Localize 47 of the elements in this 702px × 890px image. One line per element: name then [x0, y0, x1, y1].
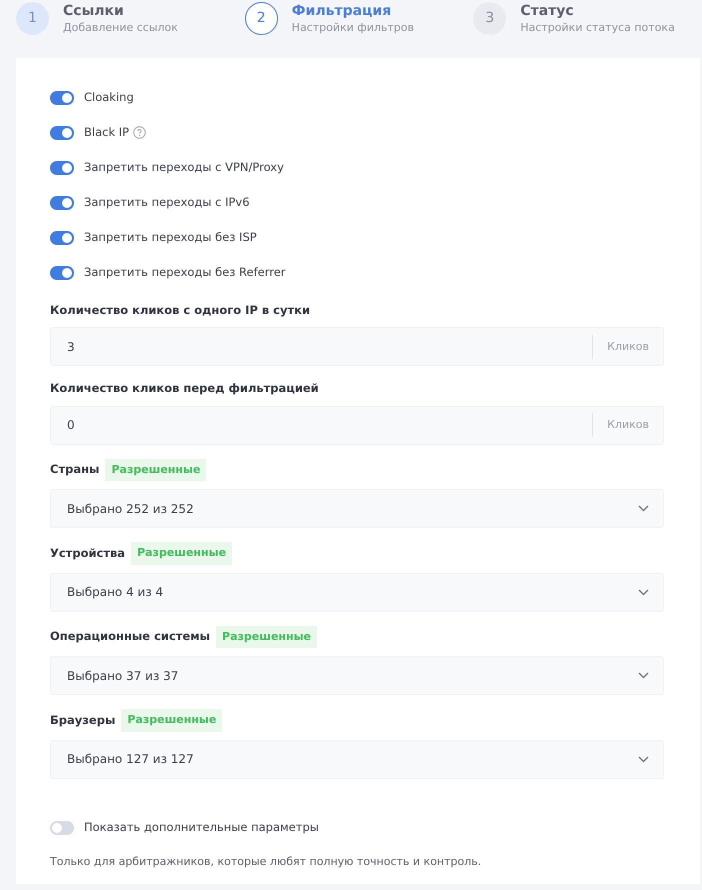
input-value: 0	[66, 417, 76, 434]
select-dropdown[interactable]: Выбрано 252 из 252	[50, 489, 664, 528]
field-label: Браузеры	[50, 712, 116, 729]
toggle-switch[interactable]	[50, 821, 74, 835]
field-label: Устройства	[50, 544, 126, 562]
toggle-switch[interactable]	[50, 266, 74, 280]
chevron-down-icon	[638, 588, 649, 596]
input-value: 3	[66, 338, 76, 356]
field-label: Страны	[50, 461, 100, 478]
status-tag: Разрешенные	[216, 626, 318, 648]
step-title[interactable]: Статус	[520, 2, 675, 20]
field-label: Количество кликов перед фильтрацией	[50, 380, 319, 398]
status-tag: Разрешенные	[121, 709, 222, 732]
select-dropdown[interactable]: Выбрано 37 из 37	[50, 656, 664, 695]
toggle-label: Запретить переходы без Referrer	[84, 264, 286, 281]
chevron-down-icon	[638, 672, 649, 679]
help-icon[interactable]	[133, 126, 146, 139]
number-input[interactable]: 0 Кликов	[50, 406, 664, 444]
step-subtitle: Настройки статуса потока	[520, 20, 675, 36]
field-label: Количество кликов с одного IP в сутки	[50, 302, 310, 319]
hint-text: Только для арбитражников, которые любят полную точность и контроль.	[50, 854, 482, 870]
toggle-switch[interactable]	[50, 90, 74, 104]
select-dropdown[interactable]: Выбрано 127 из 127	[50, 740, 664, 778]
toggle-label: Запретить переходы с IPv6	[84, 194, 250, 211]
chevron-down-icon	[638, 505, 649, 512]
toggle-label: Cloaking	[84, 88, 134, 106]
unit-label: Кликов	[592, 334, 663, 359]
step-subtitle: Настройки фильтров	[292, 20, 414, 36]
step-title[interactable]: Фильтрация	[292, 2, 414, 20]
status-tag: Разрешенные	[131, 542, 232, 564]
select-dropdown[interactable]: Выбрано 4 из 4	[50, 572, 664, 612]
toggle-switch[interactable]	[50, 160, 74, 174]
toggle-switch[interactable]	[50, 126, 74, 140]
number-input[interactable]: 3 Кликов	[50, 327, 664, 366]
toggle-label: Запретить переходы с VPN/Proxy	[84, 158, 284, 176]
unit-label: Кликов	[592, 413, 663, 437]
step-subtitle: Добавление ссылок	[63, 20, 178, 36]
toggle-switch[interactable]	[50, 230, 74, 244]
toggle-switch[interactable]	[50, 196, 74, 210]
chevron-down-icon	[638, 756, 649, 762]
field-label: Операционные системы	[50, 628, 210, 646]
step-title[interactable]: Ссылки	[63, 2, 178, 20]
toggle-label: Black IP	[84, 124, 130, 141]
status-tag: Разрешенные	[105, 458, 206, 481]
toggle-label: Запретить переходы без ISP	[84, 228, 257, 246]
step-number[interactable]: 2	[244, 2, 278, 35]
toggle-label: Показать дополнительные параметры	[84, 819, 319, 836]
